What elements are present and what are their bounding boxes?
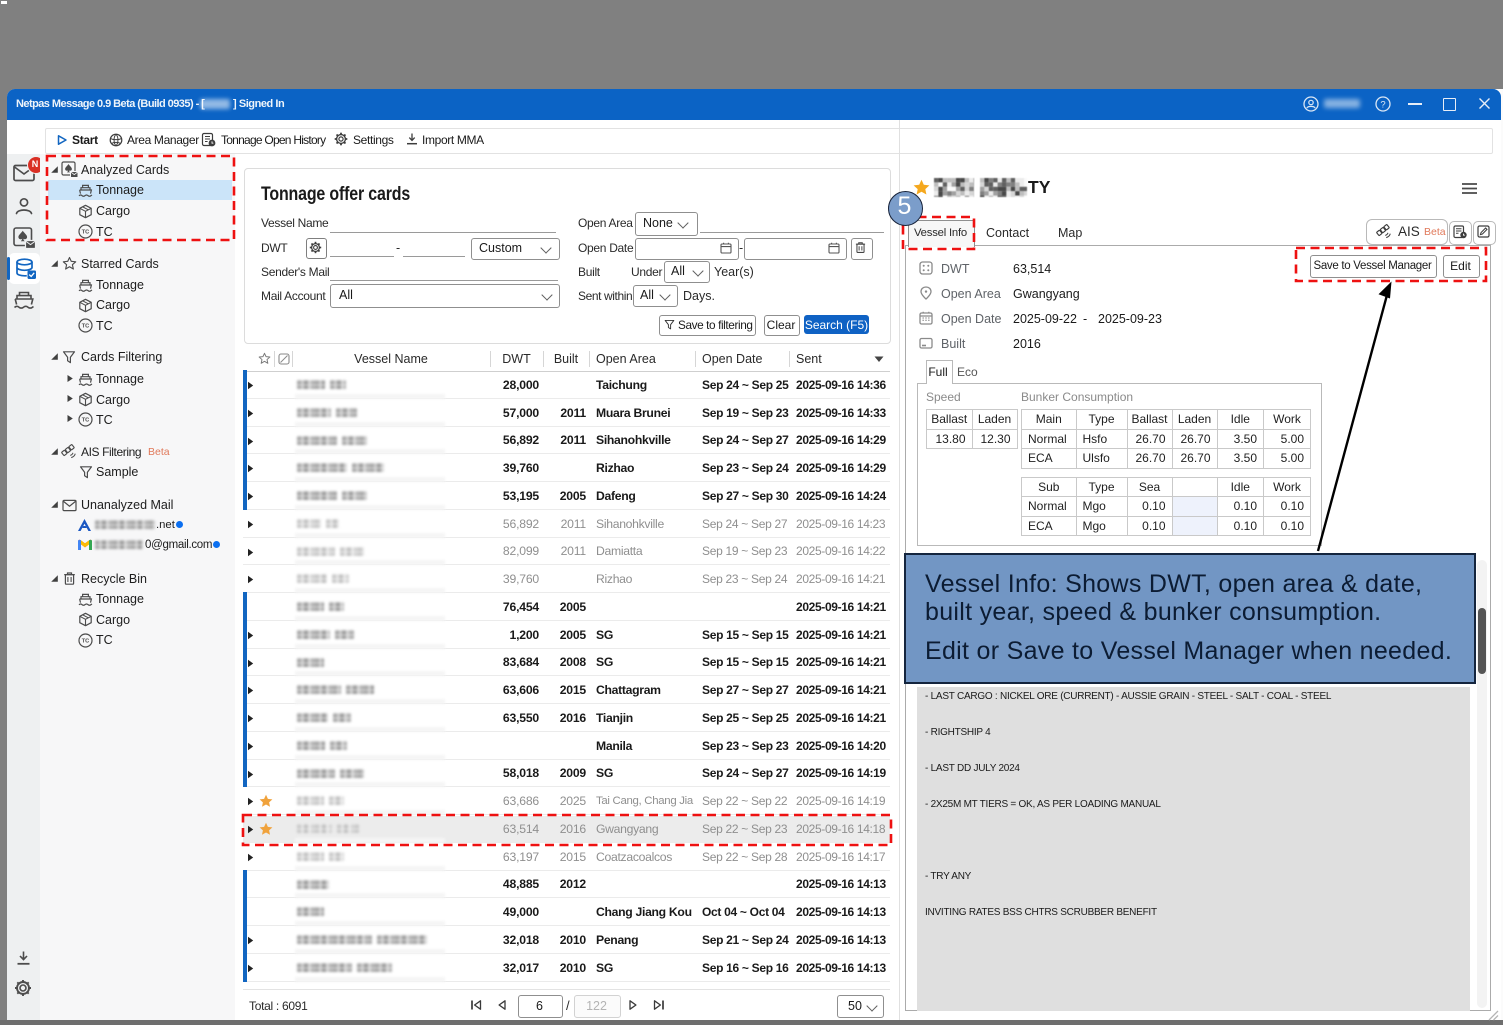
svg-text:TC: TC xyxy=(82,324,90,330)
svg-text:?: ? xyxy=(1380,99,1385,110)
svg-text:TC: TC xyxy=(82,638,90,644)
svg-text:TC: TC xyxy=(82,418,90,424)
svg-text:TC: TC xyxy=(82,230,90,236)
